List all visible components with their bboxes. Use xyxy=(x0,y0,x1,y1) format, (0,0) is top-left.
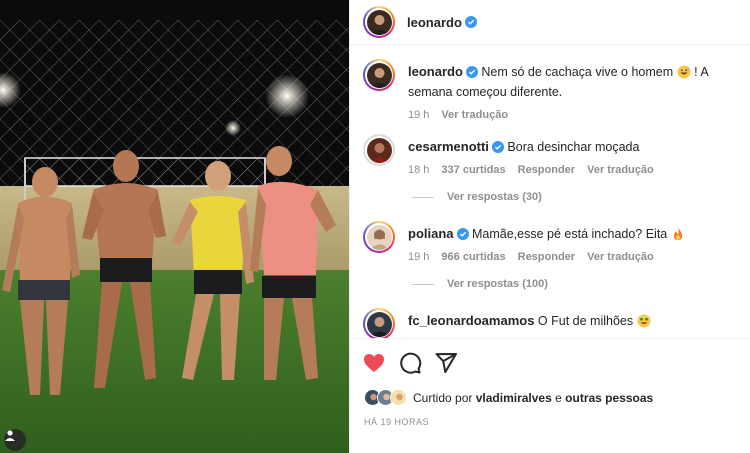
comment-time: 18 h xyxy=(408,164,430,176)
comments-list[interactable]: leonardo Nem só de cachaça vive o homem … xyxy=(350,46,750,338)
liked-by: Curtido por vladimiralves e outras pesso… xyxy=(364,389,653,406)
liked-by-user[interactable]: vladimiralves xyxy=(476,391,552,405)
comment-icon[interactable] xyxy=(398,351,422,375)
view-replies-label: Ver respostas (30) xyxy=(447,191,542,203)
reply-button[interactable]: Responder xyxy=(518,160,575,180)
liker-avatar xyxy=(390,389,407,406)
post-actions: Curtido por vladimiralves e outras pesso… xyxy=(350,338,750,453)
money-face-emoji-icon xyxy=(637,314,651,328)
comment-author[interactable]: cesarmenotti xyxy=(408,139,489,154)
liked-by-others[interactable]: outras pessoas xyxy=(565,391,653,405)
author-avatar[interactable] xyxy=(363,6,395,38)
user-icon xyxy=(5,430,15,441)
grinning-sweat-emoji-icon xyxy=(677,65,691,79)
liker-avatar-icon xyxy=(391,390,406,405)
post-header: leonardo xyxy=(350,0,750,45)
view-replies-button[interactable]: Ver respostas (30) xyxy=(412,191,542,203)
reply-button[interactable]: Responder xyxy=(518,247,575,267)
comment-text: Bora desinchar moçada xyxy=(507,140,640,154)
liked-by-prefix: Curtido por xyxy=(413,390,473,405)
caption-text: Nem só de cachaça vive o homem xyxy=(481,65,674,79)
heart-filled-icon[interactable] xyxy=(362,351,386,375)
avatar-poliana-icon xyxy=(366,224,392,250)
comment-avatar[interactable] xyxy=(363,134,395,166)
comment-author[interactable]: fc_leonardoamamos xyxy=(408,313,534,328)
verified-badge-icon xyxy=(464,16,477,28)
action-icons xyxy=(362,351,458,375)
replies-divider xyxy=(412,283,434,285)
caption-translate-link[interactable]: Ver tradução xyxy=(441,105,508,125)
verified-badge-icon xyxy=(465,66,478,78)
avatar-cesarmenotti-icon xyxy=(366,137,392,163)
comment-likes[interactable]: 966 curtidas xyxy=(441,247,505,267)
comment-text: O Fut de milhões xyxy=(537,314,634,328)
comment-avatar[interactable] xyxy=(363,308,395,338)
post-side-panel: leonardo leonardo Nem só de cachaça vive… xyxy=(349,0,750,453)
avatar-leonardo-icon xyxy=(366,9,392,35)
post-photo[interactable] xyxy=(0,0,349,453)
liked-by-avatars[interactable] xyxy=(364,389,407,406)
comment-likes[interactable]: 337 curtidas xyxy=(441,160,505,180)
liked-by-conjunction: e xyxy=(555,390,562,405)
share-icon[interactable] xyxy=(434,351,458,375)
verified-badge-icon xyxy=(456,228,469,240)
replies-divider xyxy=(412,196,434,198)
view-replies-label: Ver respostas (100) xyxy=(447,278,548,290)
view-replies-button[interactable]: Ver respostas (100) xyxy=(412,278,548,290)
caption-author[interactable]: leonardo xyxy=(408,64,463,79)
caption-time: 19 h xyxy=(408,109,430,121)
comment-text: Mamãe,esse pé está inchado? Eita xyxy=(472,227,668,241)
fire-emoji-icon xyxy=(673,228,682,240)
avatar-fc-leonardoamamos-icon xyxy=(366,311,392,337)
comment-author[interactable]: poliana xyxy=(408,226,454,241)
comment-time: 19 h xyxy=(408,251,430,263)
comment-avatar[interactable] xyxy=(363,221,395,253)
tagged-user-badge[interactable] xyxy=(4,429,26,451)
post-timestamp[interactable]: HÁ 19 HORAS xyxy=(364,417,429,427)
caption-avatar[interactable] xyxy=(363,59,395,91)
translate-link[interactable]: Ver tradução xyxy=(587,247,654,267)
author-username[interactable]: leonardo xyxy=(407,15,462,30)
translate-link[interactable]: Ver tradução xyxy=(587,160,654,180)
photo-scene xyxy=(0,0,349,453)
avatar-leonardo-icon xyxy=(366,62,392,88)
verified-badge-icon xyxy=(491,141,504,153)
